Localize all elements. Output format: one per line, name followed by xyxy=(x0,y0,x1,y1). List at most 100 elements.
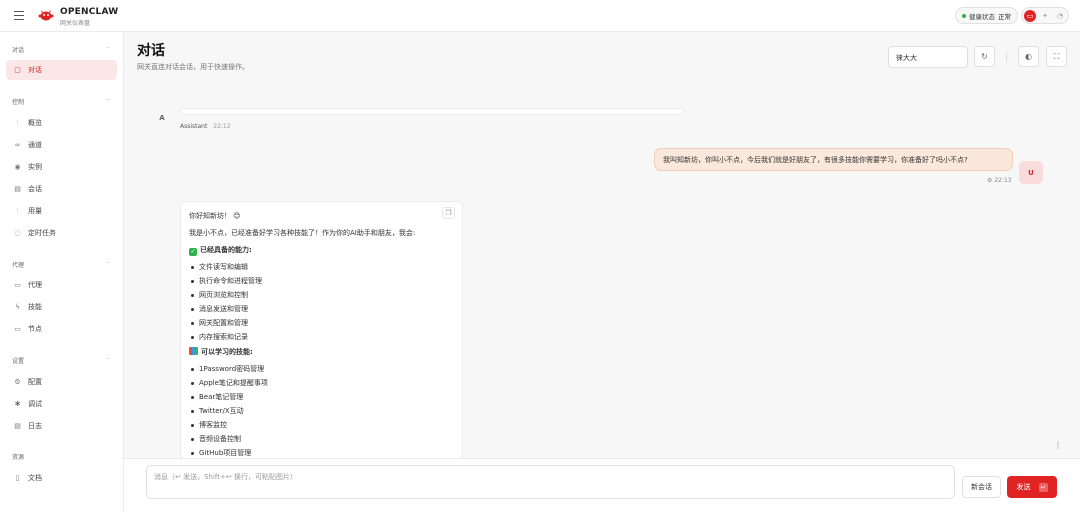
file-text-icon: ▤ xyxy=(14,422,21,430)
list-item: Bear笔记管理 xyxy=(189,390,454,404)
section-title-resources: 资源 xyxy=(12,454,25,461)
top-bar: OPENCLAW 网关仪表盘 健康状态 正常 ▭ ✦ ◔ xyxy=(0,0,1080,32)
sidebar-item-label: 概览 xyxy=(28,119,42,127)
sidebar-item-instances[interactable]: ◉ 实例 xyxy=(6,157,117,177)
sidebar-item-label: 日志 xyxy=(28,422,42,430)
new-session-button[interactable]: 新会话 xyxy=(962,476,1001,498)
bug-icon: ✱ xyxy=(14,400,21,408)
list-item: Twitter/X互动 xyxy=(189,404,454,418)
list-item: 1Password密码管理 xyxy=(189,362,454,376)
book-icon: ▯ xyxy=(15,474,20,482)
reply-section-heading: ✓ 已经具备的能力: xyxy=(189,242,454,258)
sidebar-item-label: 节点 xyxy=(28,325,42,333)
focus-mode-icon[interactable]: ⛶ xyxy=(1046,46,1067,67)
sidebar-item-label: 会话 xyxy=(28,185,42,193)
list-item: Apple笔记和提醒事项 xyxy=(189,376,454,390)
bar-chart-icon: ⫶ xyxy=(16,118,19,127)
chat-bubble-icon: ▢ xyxy=(14,66,21,74)
timer-icon: ◌ xyxy=(14,229,21,237)
chevron-icon[interactable]: – xyxy=(106,355,109,362)
section-label: 已经具备的能力: xyxy=(200,246,252,254)
sidebar-item-debug[interactable]: ✱ 调试 xyxy=(6,394,117,414)
sidebar-item-sessions[interactable]: ▤ 会话 xyxy=(6,179,117,199)
copy-icon[interactable]: ❐ xyxy=(442,207,455,219)
openclaw-logo xyxy=(38,10,54,21)
chevron-icon[interactable]: – xyxy=(106,96,109,103)
send-label: 发送 xyxy=(1016,483,1031,491)
section-title-settings: 设置 xyxy=(12,358,25,365)
bar-chart-icon: ⫶ xyxy=(16,206,19,215)
sidebar-item-logs[interactable]: ▤ 日志 xyxy=(6,416,117,436)
send-button[interactable]: 发送 ↵ xyxy=(1007,476,1057,498)
assistant-message-bubble xyxy=(180,108,684,115)
sidebar-item-nodes[interactable]: ▭ 节点 xyxy=(6,319,117,339)
sidebar-item-overview[interactable]: ⫶ 概览 xyxy=(6,113,117,133)
sidebar-item-config[interactable]: ⚙ 配置 xyxy=(6,372,117,392)
sidebar-item-label: 配置 xyxy=(28,378,42,386)
skill-list: 1Password密码管理 Apple笔记和提醒事项 Bear笔记管理 Twit… xyxy=(189,362,454,459)
message-meta: Assistant 22:12 xyxy=(180,123,231,130)
moon-icon[interactable]: ◔ xyxy=(1054,10,1066,22)
list-item: 博客监控 xyxy=(189,418,454,432)
list-item: 文件读写和编辑 xyxy=(189,260,454,274)
divider xyxy=(1006,52,1007,62)
enter-key-icon: ↵ xyxy=(1038,482,1048,492)
sidebar-item-label: 实例 xyxy=(28,163,42,171)
sidebar-item-label: 技能 xyxy=(28,303,42,311)
sidebar-item-label: 文档 xyxy=(28,474,42,482)
list-item: 消息发送和管理 xyxy=(189,302,454,316)
brand-subtitle: 网关仪表盘 xyxy=(60,20,91,27)
chevron-icon[interactable]: – xyxy=(106,44,109,51)
page-title: 对话 xyxy=(137,43,165,59)
assistant-reply-card: ❐ 你好知新坊！ 😊 我是小不点，已经准备好学习各种技能了！作为你的AI助手和朋… xyxy=(180,201,463,460)
section-title-chat: 对话 xyxy=(12,47,25,54)
health-value: 正常 xyxy=(998,12,1011,21)
books-icon xyxy=(189,347,198,355)
sidebar-item-cron[interactable]: ◌ 定时任务 xyxy=(6,223,117,243)
message-input[interactable]: 消息（↩ 发送，Shift+↩ 换行，可粘贴图片） xyxy=(146,465,955,499)
list-item: 网关配置和管理 xyxy=(189,316,454,330)
sidebar-item-skills[interactable]: ϟ 技能 xyxy=(6,297,117,317)
sidebar-item-agents[interactable]: ▭ 代理 xyxy=(6,275,117,295)
session-selector[interactable]: 徕大大 xyxy=(888,46,968,68)
message-time: 22:12 xyxy=(213,123,231,130)
sidebar-item-usage[interactable]: ⫶ 用量 xyxy=(6,201,117,221)
monitor-icon[interactable]: ▭ xyxy=(1024,10,1036,22)
list-item: 网页浏览和控制 xyxy=(189,288,454,302)
sidebar-item-label: 用量 xyxy=(28,207,42,215)
sidebar: 对话 – ▢ 对话 控制 – ⫶ 概览 ∞ 通道 ◉ 实例 ▤ 会话 ⫶ 用量 … xyxy=(0,32,124,512)
menu-icon[interactable] xyxy=(14,11,24,20)
user-message-bubble: 我叫知新坊，你叫小不点，今后我们就是好朋友了，有很多技能你需要学习，你准备好了吗… xyxy=(654,148,1013,171)
section-title-control: 控制 xyxy=(12,99,25,106)
sidebar-item-channels[interactable]: ∞ 通道 xyxy=(6,135,117,155)
sidebar-item-label: 调试 xyxy=(28,400,42,408)
check-mark-icon: ✓ xyxy=(189,248,197,256)
monitor-icon: ▭ xyxy=(14,325,21,333)
chevron-icon[interactable]: – xyxy=(106,259,109,266)
list-item: 执行命令和进程管理 xyxy=(189,274,454,288)
gear-icon: ⚙ xyxy=(14,378,21,386)
folder-icon: ▭ xyxy=(14,281,21,289)
sidebar-item-docs[interactable]: ▯ 文档 xyxy=(6,468,117,488)
user-avatar: U xyxy=(1019,161,1043,184)
health-label: 健康状态 xyxy=(969,12,995,21)
scrollbar[interactable] xyxy=(1057,441,1059,449)
sun-icon[interactable]: ✦ xyxy=(1039,10,1051,22)
capability-list: 文件读写和编辑 执行命令和进程管理 网页浏览和控制 消息发送和管理 网关配置和管… xyxy=(189,260,454,344)
status-dot-icon xyxy=(962,13,966,18)
refresh-icon[interactable]: ↻ xyxy=(974,46,995,67)
thinking-toggle-icon[interactable]: ◐ xyxy=(1018,46,1039,67)
sidebar-item-label: 对话 xyxy=(28,66,42,74)
assistant-avatar: A xyxy=(159,114,165,122)
bolt-icon: ϟ xyxy=(15,303,20,311)
sidebar-item-label: 定时任务 xyxy=(28,229,56,237)
list-item: 音频设备控制 xyxy=(189,432,454,446)
sidebar-item-label: 通道 xyxy=(28,141,42,149)
brand-name: OPENCLAW xyxy=(60,7,119,17)
document-icon: ▤ xyxy=(14,185,21,193)
sidebar-item-chat[interactable]: ▢ 对话 xyxy=(6,60,117,80)
link-icon: ∞ xyxy=(14,141,21,149)
gear-icon: ⚙ xyxy=(987,177,993,184)
reply-section-heading: 可以学习的技能: xyxy=(189,344,454,360)
broadcast-icon: ◉ xyxy=(14,163,21,171)
